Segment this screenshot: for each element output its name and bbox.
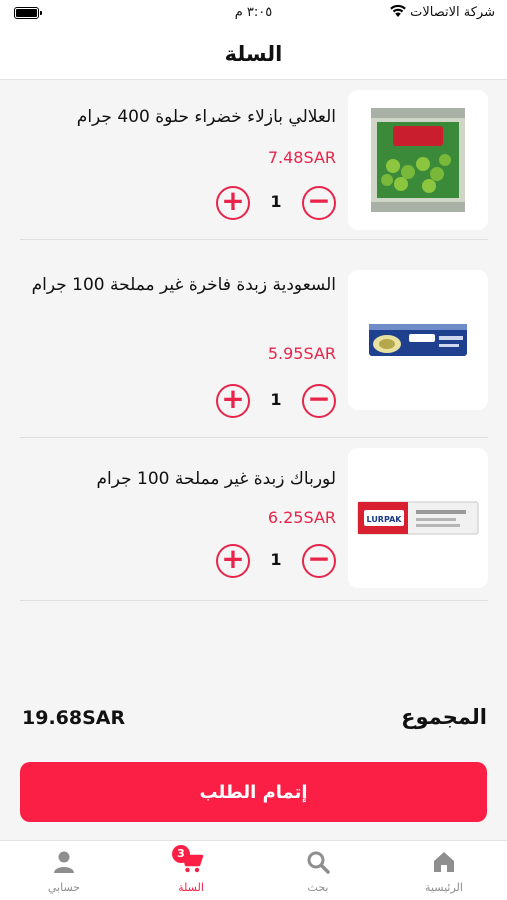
quantity-stepper: + 1 − xyxy=(216,384,336,418)
tab-search[interactable]: بحث xyxy=(255,841,381,900)
wifi-icon xyxy=(389,4,407,22)
total-label: المجموع xyxy=(401,705,487,729)
home-icon xyxy=(431,849,457,875)
checkout-button[interactable]: إتمام الطلب xyxy=(20,762,487,822)
tab-home[interactable]: الرئيسية xyxy=(381,841,507,900)
minus-icon-button[interactable]: − xyxy=(302,384,336,418)
product-name[interactable]: لورباك زبدة غير مملحة 100 جرام xyxy=(20,462,336,496)
product-image[interactable]: LURPAK xyxy=(348,448,488,588)
tab-cart[interactable]: 3 السلة xyxy=(128,841,254,900)
plus-icon-button[interactable]: + xyxy=(216,544,250,578)
cart-list: العلالي بازلاء خضراء حلوة 400 جرام 7.48S… xyxy=(20,80,488,601)
product-name[interactable]: العلالي بازلاء خضراء حلوة 400 جرام xyxy=(20,100,336,134)
plus-icon-button[interactable]: + xyxy=(216,384,250,418)
product-name[interactable]: السعودية زبدة فاخرة غير مملحة 100 جرام xyxy=(20,268,336,302)
tab-search-label: بحث xyxy=(307,881,329,894)
svg-text:LURPAK: LURPAK xyxy=(367,515,403,524)
cart-item: العلالي بازلاء خضراء حلوة 400 جرام 7.48S… xyxy=(20,80,488,240)
page-title: السلة xyxy=(224,41,283,66)
tab-bar: الرئيسية بحث 3 السلة حسابي xyxy=(0,840,507,900)
cart-count-badge: 3 xyxy=(172,845,190,863)
quantity-value: 1 xyxy=(270,192,282,211)
quantity-value: 1 xyxy=(270,390,282,409)
total-amount: 19.68SAR xyxy=(22,707,126,729)
quantity-stepper: + 1 − xyxy=(216,544,336,578)
plus-icon-button[interactable]: + xyxy=(216,186,250,220)
minus-icon-button[interactable]: − xyxy=(302,544,336,578)
nav-header: السلة xyxy=(0,28,507,80)
tab-home-label: الرئيسية xyxy=(425,881,463,894)
product-price: 5.95SAR xyxy=(267,344,336,363)
product-price: 6.25SAR xyxy=(267,508,336,527)
quantity-value: 1 xyxy=(270,550,282,569)
cart-item: LURPAK لورباك زبدة غير مملحة 100 جرام 6.… xyxy=(20,438,488,601)
carrier-name: شركة الاتصالات xyxy=(410,5,495,20)
tab-account[interactable]: حسابي xyxy=(1,841,127,900)
product-image[interactable] xyxy=(348,270,488,410)
search-icon xyxy=(305,849,331,875)
quantity-stepper: + 1 − xyxy=(216,186,336,220)
cart-item: السعودية زبدة فاخرة غير مملحة 100 جرام 5… xyxy=(20,240,488,438)
order-total: المجموع 19.68SAR xyxy=(20,703,487,735)
product-image[interactable] xyxy=(348,90,488,230)
tab-account-label: حسابي xyxy=(47,881,81,894)
minus-icon-button[interactable]: − xyxy=(302,186,336,220)
tab-cart-label: السلة xyxy=(178,881,204,894)
user-icon xyxy=(51,849,77,875)
product-price: 7.48SAR xyxy=(267,148,336,167)
status-bar: ٣:٠٥ م شركة الاتصالات xyxy=(0,0,507,28)
